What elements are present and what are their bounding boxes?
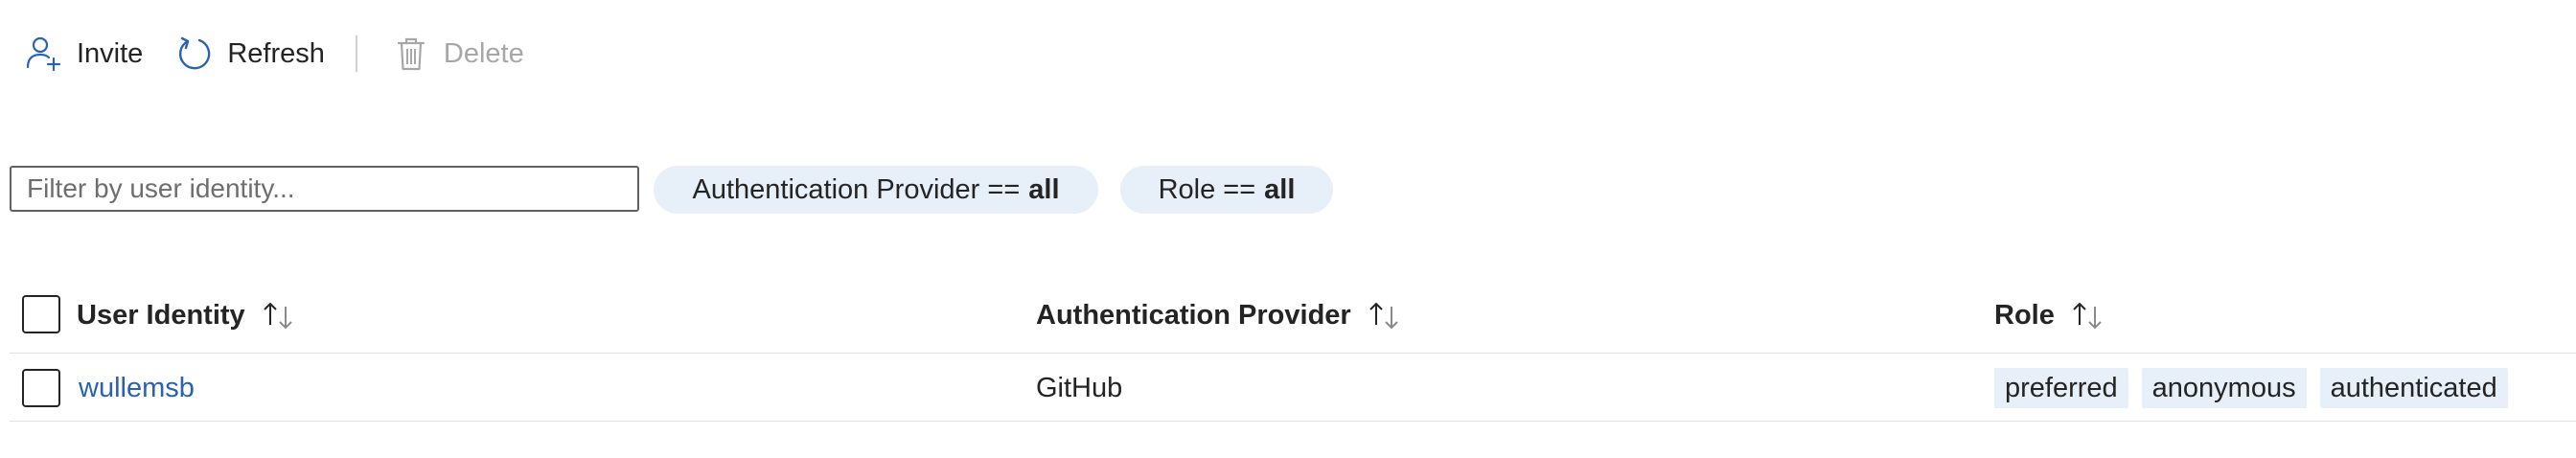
delete-label: Delete — [443, 37, 524, 69]
delete-button[interactable]: Delete — [392, 31, 524, 77]
select-all-checkbox[interactable] — [22, 295, 60, 333]
sort-icon — [259, 296, 297, 334]
auth-provider-filter-pill[interactable]: Authentication Provider == all — [654, 166, 1098, 214]
role-filter-pill[interactable]: Role == all — [1120, 166, 1333, 214]
add-user-icon — [25, 34, 63, 73]
table-row-divider — [10, 421, 2576, 422]
user-identity-filter-input[interactable] — [10, 166, 639, 212]
invite-label: Invite — [77, 37, 144, 69]
row-select-checkbox[interactable] — [22, 369, 60, 407]
table-header-divider — [10, 353, 2576, 354]
refresh-button[interactable]: Refresh — [175, 31, 325, 77]
column-header-label: Authentication Provider — [1036, 299, 1351, 331]
invite-button[interactable]: Invite — [25, 31, 143, 77]
refresh-label: Refresh — [227, 37, 325, 69]
command-bar: Invite Refresh Delete — [25, 31, 524, 77]
column-header-auth-provider[interactable]: Authentication Provider — [1036, 293, 1403, 337]
auth-provider-pill-field: Authentication Provider == — [692, 173, 1021, 205]
user-identity-link[interactable]: wullemsb — [79, 368, 195, 408]
refresh-icon — [175, 34, 214, 73]
column-header-user-identity[interactable]: User Identity — [77, 293, 297, 337]
role-tags: preferred anonymous authenticated — [1994, 368, 2521, 408]
role-tag: anonymous — [2141, 368, 2307, 408]
role-tag: authenticated — [2319, 368, 2508, 408]
auth-provider-pill-value: all — [1028, 173, 1060, 205]
sort-icon — [2068, 296, 2106, 334]
role-pill-field: Role == — [1158, 173, 1256, 205]
column-header-role[interactable]: Role — [1994, 293, 2106, 337]
toolbar-separator — [355, 35, 357, 72]
role-pill-value: all — [1264, 173, 1296, 205]
trash-icon — [392, 34, 430, 73]
column-header-label: Role — [1994, 299, 2055, 331]
role-tag: preferred — [1994, 368, 2128, 408]
sort-icon — [1365, 296, 1403, 334]
column-header-label: User Identity — [77, 299, 245, 331]
auth-provider-cell: GitHub — [1036, 372, 1123, 403]
